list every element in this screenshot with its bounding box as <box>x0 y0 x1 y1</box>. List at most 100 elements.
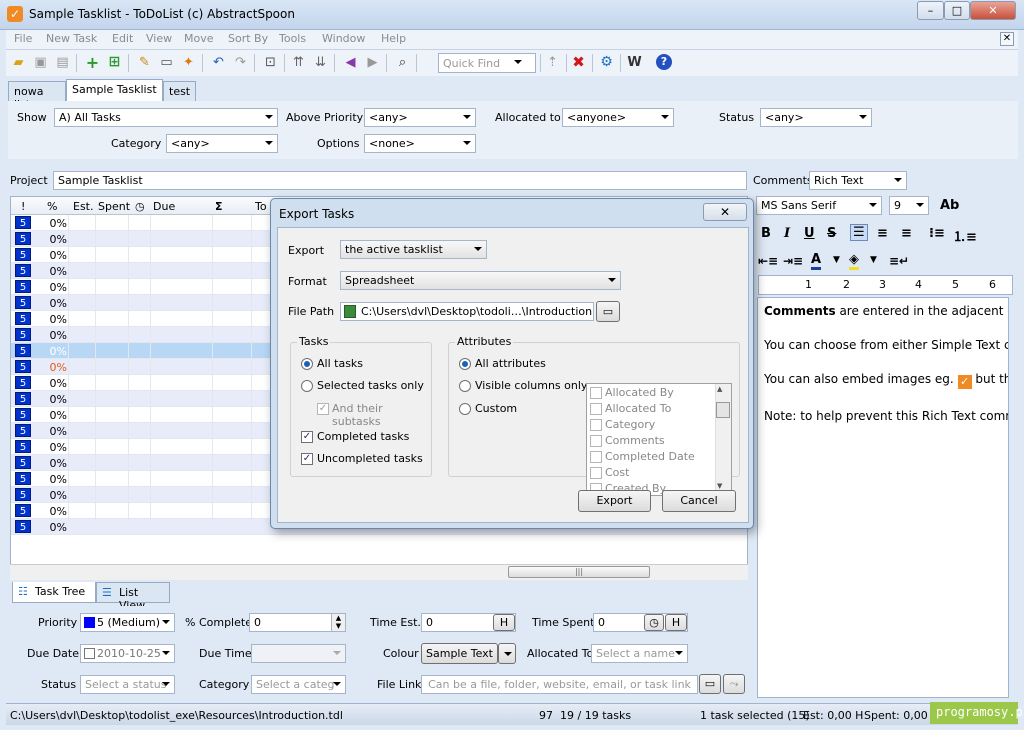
redo-icon[interactable]: ↷ <box>232 54 249 71</box>
align-center-icon[interactable]: ≡ <box>877 226 888 241</box>
move-up-icon[interactable]: ⇈ <box>290 54 307 71</box>
attribute-checkbox[interactable] <box>590 403 602 415</box>
move-left-icon[interactable]: ◀ <box>342 54 359 71</box>
colour-button[interactable]: Sample Text <box>421 643 498 664</box>
wrap-icon[interactable]: ≡↵ <box>889 254 909 268</box>
allocated-to-combo[interactable]: Select a name <box>591 644 688 663</box>
attribute-checklist[interactable]: Allocated By Allocated To Category Comments… <box>586 383 732 496</box>
all-tasks-radio[interactable] <box>301 358 313 370</box>
properties-icon[interactable]: ▭ <box>158 54 175 71</box>
open-link-icon[interactable]: ⤳ <box>723 674 745 694</box>
highlight-dropdown-icon[interactable]: ▼ <box>870 255 877 265</box>
colour-dropdown[interactable] <box>498 643 516 664</box>
numbered-list-icon[interactable]: ⒈≡ <box>953 226 977 245</box>
visible-columns-radio[interactable] <box>459 380 471 392</box>
find-binoculars-icon[interactable]: ⌕ <box>394 54 411 71</box>
cancel-button[interactable]: Cancel <box>662 490 736 512</box>
sigma-icon[interactable]: Σ <box>215 200 223 213</box>
font-size-combo[interactable]: 9 <box>889 196 929 215</box>
attribute-list-scrollbar[interactable] <box>715 384 731 495</box>
status-filter-combo[interactable]: <any> <box>760 108 872 127</box>
menu-help[interactable]: Help <box>381 32 406 45</box>
menu-new-task[interactable]: New Task <box>46 32 97 45</box>
date-checkbox[interactable] <box>84 648 95 659</box>
browse-folder-icon[interactable]: ▭ <box>699 674 721 694</box>
font-colour-icon[interactable]: A <box>811 252 822 270</box>
close-window-button[interactable]: ✕ <box>970 1 1016 20</box>
category-filter-combo[interactable]: <any> <box>166 134 278 153</box>
uncompleted-checkbox[interactable]: ✓ <box>301 453 313 465</box>
go-up-icon[interactable]: ⇡ <box>544 54 561 71</box>
align-left-icon[interactable]: ☰ <box>850 224 868 241</box>
menu-sort-by[interactable]: Sort By <box>228 32 268 45</box>
format-combo[interactable]: Spreadsheet <box>340 271 621 290</box>
attribute-checkbox[interactable] <box>590 435 602 447</box>
category-combo[interactable]: Select a categ <box>251 675 346 694</box>
subtasks-checkbox[interactable]: ✓ <box>317 403 329 415</box>
font-name-combo[interactable]: MS Sans Serif <box>756 196 882 215</box>
delete-icon[interactable]: ✖ <box>570 54 587 71</box>
align-right-icon[interactable]: ≡ <box>901 226 912 241</box>
bold-icon[interactable]: B <box>761 226 771 241</box>
file-link-input[interactable]: Can be a file, folder, website, email, o… <box>421 675 698 694</box>
undo-icon[interactable]: ↶ <box>210 54 227 71</box>
menu-tools[interactable]: Tools <box>279 32 306 45</box>
highlight-fill-icon[interactable]: ◈ <box>849 252 859 270</box>
col-est-header[interactable]: Est. <box>73 200 94 213</box>
col-percent-header[interactable]: % <box>47 200 57 213</box>
comments-type-combo[interactable]: Rich Text <box>809 171 907 190</box>
all-attributes-radio[interactable] <box>459 358 471 370</box>
project-name-input[interactable]: Sample Tasklist <box>53 171 747 190</box>
show-filter-combo[interactable]: A) All Tasks <box>54 108 278 127</box>
font-style-icon[interactable]: Ab <box>940 198 959 213</box>
col-due-header[interactable]: Due <box>153 200 175 213</box>
open-folder-icon[interactable]: ▰ <box>10 54 27 71</box>
allocated-filter-combo[interactable]: <anyone> <box>562 108 674 127</box>
due-date-picker[interactable]: 2010-10-25 <box>80 644 175 663</box>
help-icon[interactable]: ? <box>656 54 672 70</box>
comments-editor[interactable]: Comments are entered in the adjacent com… <box>757 297 1009 698</box>
col-spent-header[interactable]: Spent <box>98 200 130 213</box>
attribute-checkbox[interactable] <box>590 451 602 463</box>
due-time-combo[interactable] <box>251 644 346 663</box>
tab-list-view[interactable]: ☰List View <box>96 582 170 612</box>
col-priority-header[interactable]: ! <box>21 200 25 213</box>
spellcheck-icon[interactable]: W <box>626 54 643 71</box>
selected-tasks-radio[interactable] <box>301 380 313 392</box>
export-button[interactable]: Export <box>578 490 651 512</box>
custom-radio[interactable] <box>459 403 471 415</box>
col-to-header[interactable]: To <box>255 200 267 213</box>
priority-combo[interactable]: 5 (Medium) <box>80 613 175 632</box>
save-all-icon[interactable]: ▤ <box>54 54 71 71</box>
edit-pencil-icon[interactable]: ✎ <box>136 54 153 71</box>
percent-spinner[interactable]: ▲ ▼ <box>331 614 345 631</box>
browse-folder-icon[interactable]: ▭ <box>596 301 620 322</box>
status-combo[interactable]: Select a status <box>80 675 175 694</box>
italic-icon[interactable]: I <box>784 226 790 241</box>
menu-view[interactable]: View <box>146 32 172 45</box>
tab-sample-tasklist[interactable]: Sample Tasklist <box>66 79 163 101</box>
save-icon[interactable]: ▣ <box>32 54 49 71</box>
attribute-list-scroll-thumb[interactable] <box>716 402 730 418</box>
mdi-close-button[interactable]: ✕ <box>1000 32 1014 46</box>
scroll-down-icon[interactable]: ▼ <box>717 482 722 490</box>
menu-move[interactable]: Move <box>184 32 214 45</box>
maximize-button[interactable]: □ <box>944 1 970 20</box>
menu-window[interactable]: Window <box>322 32 365 45</box>
file-path-input[interactable]: C:\Users\dvl\Desktop\todoli…\Introductio… <box>340 302 594 321</box>
outdent-icon[interactable]: ⇤≡ <box>758 254 778 268</box>
scroll-up-icon[interactable]: ▲ <box>717 385 722 393</box>
clock-icon[interactable]: ◷ <box>135 200 145 213</box>
underline-icon[interactable]: U <box>804 226 815 241</box>
tab-nowa-lista[interactable]: nowa lista <box>8 81 66 111</box>
add-subtask-icon[interactable]: ⊞ <box>106 54 123 71</box>
attribute-checkbox[interactable] <box>590 419 602 431</box>
move-down-icon[interactable]: ⇊ <box>312 54 329 71</box>
add-task-icon[interactable]: + <box>84 54 101 71</box>
menu-file[interactable]: File <box>14 32 32 45</box>
strikethrough-icon[interactable]: S <box>827 226 836 241</box>
menu-edit[interactable]: Edit <box>112 32 133 45</box>
font-colour-dropdown-icon[interactable]: ▼ <box>833 255 840 265</box>
completed-checkbox[interactable]: ✓ <box>301 431 313 443</box>
scrollbar-thumb[interactable]: ||| <box>508 566 650 578</box>
